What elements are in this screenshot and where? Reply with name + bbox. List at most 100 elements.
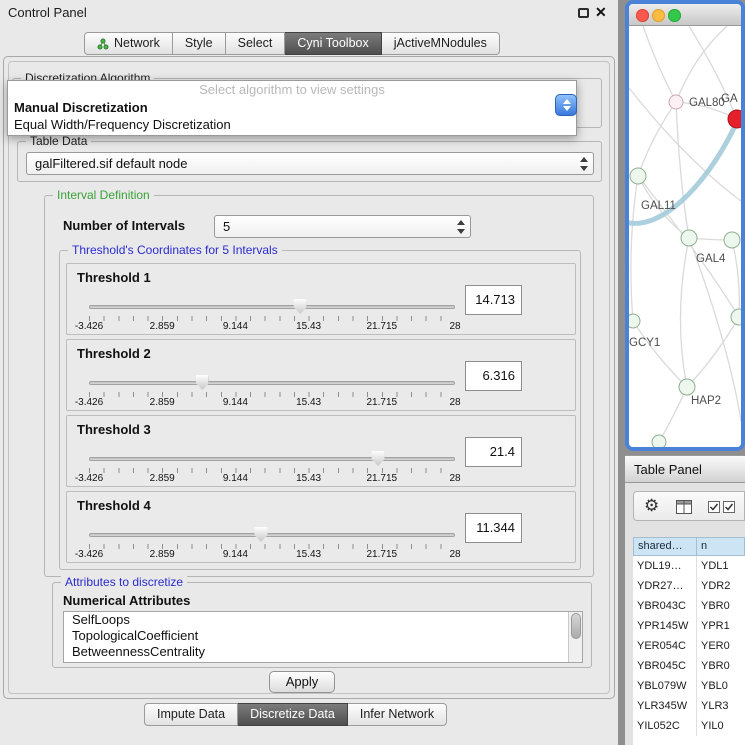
scrollbar-thumb[interactable] bbox=[571, 613, 581, 639]
network-node[interactable] bbox=[679, 379, 695, 395]
table-cell[interactable]: YLR345W bbox=[633, 696, 697, 716]
network-window-titlebar[interactable] bbox=[629, 4, 741, 26]
slider-track[interactable] bbox=[89, 457, 455, 461]
threshold-2-value-field[interactable]: 6.316 bbox=[465, 361, 522, 391]
slider-thumb[interactable] bbox=[196, 375, 209, 390]
table-cell[interactable]: YER054C bbox=[633, 636, 697, 656]
network-node[interactable] bbox=[630, 168, 646, 184]
table-cell[interactable]: YBR0 bbox=[697, 656, 745, 676]
network-node[interactable] bbox=[681, 230, 697, 246]
scale-label: 2.859 bbox=[150, 473, 175, 484]
scale-label: -3.426 bbox=[75, 473, 103, 484]
tab-infer-network[interactable]: Infer Network bbox=[348, 703, 447, 726]
apply-button[interactable]: Apply bbox=[269, 671, 335, 693]
table-cell[interactable]: YDL19… bbox=[633, 556, 697, 576]
threshold-3-value-field[interactable]: 21.4 bbox=[465, 437, 522, 467]
close-traffic-light-icon[interactable] bbox=[636, 9, 649, 22]
table-cell[interactable]: YER0 bbox=[697, 636, 745, 656]
table-row[interactable]: YDL19… YDL1 bbox=[633, 556, 745, 576]
network-canvas[interactable]: GAL80 GA GAL11 GAL4 GCY1 HAP2 bbox=[629, 26, 741, 447]
table-cell[interactable]: YDR2 bbox=[697, 576, 745, 596]
threshold-4-slider[interactable]: -3.426 2.859 9.144 15.43 21.715 28 bbox=[89, 522, 455, 562]
column-header[interactable]: n bbox=[697, 537, 745, 556]
threshold-1-slider[interactable]: -3.426 2.859 9.144 15.43 21.715 28 bbox=[89, 294, 455, 334]
table-cell[interactable]: YDL1 bbox=[697, 556, 745, 576]
menu-item-manual-discretization[interactable]: Manual Discretization bbox=[8, 99, 576, 116]
tab-style[interactable]: Style bbox=[173, 32, 226, 55]
slider-track[interactable] bbox=[89, 305, 455, 309]
threshold-3-slider[interactable]: -3.426 2.859 9.144 15.43 21.715 28 bbox=[89, 446, 455, 486]
network-node[interactable] bbox=[669, 95, 683, 109]
table-row[interactable]: YIL052C YIL0 bbox=[633, 716, 745, 736]
table-cell[interactable]: YPR145W bbox=[633, 616, 697, 636]
list-scrollbar[interactable] bbox=[568, 612, 582, 662]
network-view-window[interactable]: GAL80 GA GAL11 GAL4 GCY1 HAP2 bbox=[625, 0, 745, 451]
table-panel-title: Table Panel bbox=[634, 456, 702, 483]
gear-icon[interactable]: ⚙ bbox=[644, 496, 659, 516]
table-cell[interactable]: YLR3 bbox=[697, 696, 745, 716]
table-row[interactable]: YBR043C YBR0 bbox=[633, 596, 745, 616]
scale-label: 9.144 bbox=[223, 321, 248, 332]
table-panel-header[interactable]: Table Panel bbox=[625, 455, 745, 483]
close-icon[interactable]: ✕ bbox=[595, 4, 607, 21]
tab-network[interactable]: Network bbox=[84, 32, 173, 55]
float-window-icon[interactable] bbox=[578, 8, 589, 18]
slider-thumb[interactable] bbox=[294, 299, 307, 314]
table-cell[interactable]: YIL0 bbox=[697, 716, 745, 736]
table-row[interactable]: YDR27… YDR2 bbox=[633, 576, 745, 596]
slider-scale: -3.426 2.859 9.144 15.43 21.715 28 bbox=[89, 473, 455, 485]
threshold-2-slider[interactable]: -3.426 2.859 9.144 15.43 21.715 28 bbox=[89, 370, 455, 410]
column-header[interactable]: shared… bbox=[633, 537, 697, 556]
zoom-traffic-light-icon[interactable] bbox=[668, 9, 681, 22]
list-item[interactable]: TopologicalCoefficient bbox=[64, 628, 582, 644]
slider-thumb[interactable] bbox=[255, 527, 268, 542]
thresholds-group: Threshold's Coordinates for 5 Intervals … bbox=[59, 250, 581, 570]
table-cell[interactable]: YBR0 bbox=[697, 596, 745, 616]
slider-track[interactable] bbox=[89, 381, 455, 385]
numerical-attributes-list[interactable]: SelfLoops TopologicalCoefficient Between… bbox=[63, 611, 583, 663]
table-row[interactable]: YPR145W YPR1 bbox=[633, 616, 745, 636]
table-cell[interactable]: YIL052C bbox=[633, 716, 697, 736]
bottom-tab-bar: Impute Data Discretize Data Infer Networ… bbox=[144, 703, 447, 726]
checkbox-checked-icon[interactable] bbox=[708, 501, 720, 513]
tab-impute-data[interactable]: Impute Data bbox=[144, 703, 238, 726]
network-node[interactable] bbox=[652, 435, 666, 447]
tab-cyni-toolbox[interactable]: Cyni Toolbox bbox=[285, 32, 381, 55]
threshold-4-value-field[interactable]: 11.344 bbox=[465, 513, 522, 543]
table-cell[interactable]: YPR1 bbox=[697, 616, 745, 636]
table-cell[interactable]: YBL0 bbox=[697, 676, 745, 696]
table-cell[interactable]: YBR043C bbox=[633, 596, 697, 616]
table-data-combobox[interactable]: galFiltered.sif default node bbox=[26, 152, 594, 175]
tab-jactivemnodules[interactable]: jActiveMNodules bbox=[382, 32, 500, 55]
network-node[interactable] bbox=[731, 309, 741, 325]
table-cell[interactable]: YBR045C bbox=[633, 656, 697, 676]
table-row[interactable]: YBL079W YBL0 bbox=[633, 676, 745, 696]
list-item[interactable]: BetweennessCentrality bbox=[64, 644, 582, 660]
table-row[interactable]: YER054C YER0 bbox=[633, 636, 745, 656]
tab-label: jActiveMNodules bbox=[394, 33, 487, 54]
table-row[interactable]: YLR345W YLR3 bbox=[633, 696, 745, 716]
scale-label: 15.43 bbox=[296, 397, 321, 408]
slider-thumb[interactable] bbox=[372, 451, 385, 466]
menu-item-equal-width-frequency[interactable]: Equal Width/Frequency Discretization bbox=[8, 116, 576, 133]
number-of-intervals-combobox[interactable]: 5 bbox=[214, 215, 471, 238]
algorithm-combo-stepper[interactable] bbox=[555, 94, 577, 116]
slider-track[interactable] bbox=[89, 533, 455, 537]
threshold-1-value-field[interactable]: 14.713 bbox=[465, 285, 522, 315]
network-graph: GAL80 GA GAL11 GAL4 GCY1 HAP2 bbox=[629, 26, 741, 447]
table-row[interactable]: YBR045C YBR0 bbox=[633, 656, 745, 676]
slider-scale: -3.426 2.859 9.144 15.43 21.715 28 bbox=[89, 321, 455, 333]
network-node-selected[interactable] bbox=[728, 110, 741, 128]
columns-icon[interactable] bbox=[676, 500, 692, 514]
table-cell[interactable]: YBL079W bbox=[633, 676, 697, 696]
table-cell[interactable]: YDR27… bbox=[633, 576, 697, 596]
network-node[interactable] bbox=[629, 314, 640, 328]
checkbox-checked-icon[interactable] bbox=[723, 501, 735, 513]
minimize-traffic-light-icon[interactable] bbox=[652, 9, 665, 22]
tab-discretize-data[interactable]: Discretize Data bbox=[238, 703, 348, 726]
tab-select[interactable]: Select bbox=[226, 32, 286, 55]
tab-label: Impute Data bbox=[157, 704, 225, 725]
list-item[interactable]: SelfLoops bbox=[64, 612, 582, 628]
network-node[interactable] bbox=[724, 232, 740, 248]
threshold-2-panel: Threshold 2 -3.426 2.859 9.144 15.43 21.… bbox=[66, 339, 576, 411]
